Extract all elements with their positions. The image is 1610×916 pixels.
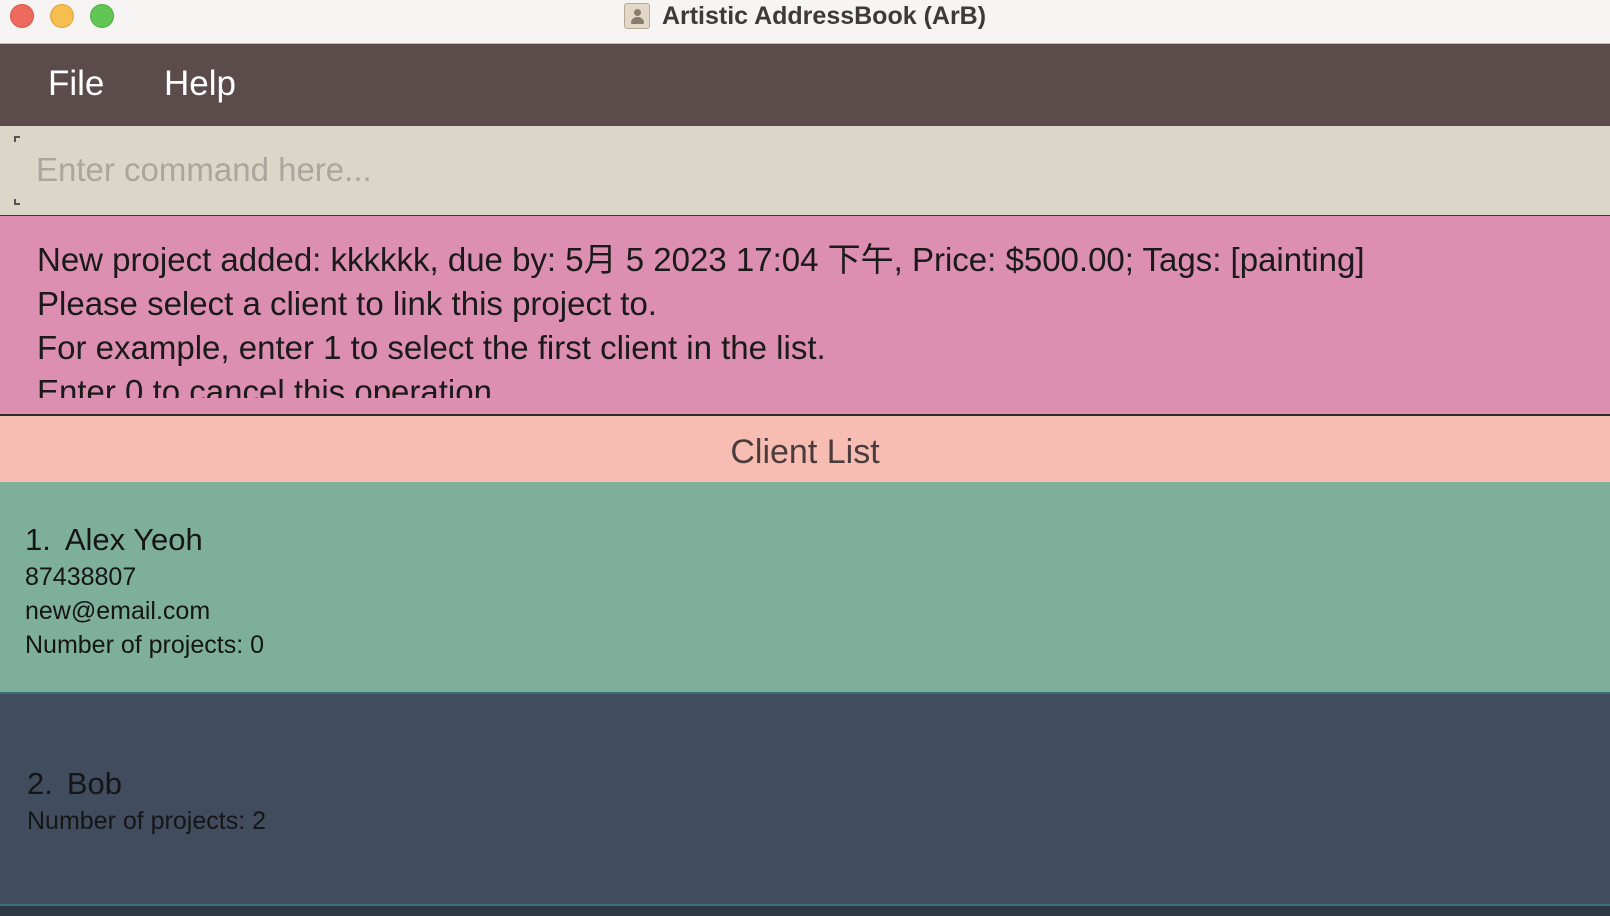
list-footer-strip bbox=[0, 906, 1610, 916]
client-phone: 87438807 bbox=[25, 563, 137, 591]
client-name-row: 2. Bob bbox=[27, 764, 266, 804]
client-index: 1. bbox=[25, 522, 51, 557]
client-card[interactable]: 2. Bob Number of projects: 2 bbox=[0, 694, 1610, 906]
window-title: Artistic AddressBook (ArB) bbox=[661, 1, 987, 30]
field-corner-mark bbox=[14, 199, 20, 205]
result-line: Please select a client to link this proj… bbox=[37, 285, 657, 322]
client-card[interactable]: 1. Alex Yeoh 87438807 new@email.com Numbe… bbox=[0, 482, 1610, 694]
result-text: New project added: kkkkkk, due by: 5月 5 … bbox=[37, 238, 1597, 398]
client-list-title: Client List bbox=[730, 432, 880, 471]
window-title-group: Artistic AddressBook (ArB) bbox=[0, 0, 1610, 32]
client-project-count: Number of projects: 2 bbox=[27, 807, 266, 835]
result-line: Enter 0 to cancel this operation. bbox=[37, 373, 502, 398]
client-index: 2. bbox=[27, 766, 53, 801]
client-card-body: 2. Bob Number of projects: 2 bbox=[27, 764, 266, 838]
client-name: Bob bbox=[66, 766, 123, 801]
command-input[interactable] bbox=[22, 138, 1606, 202]
result-display: New project added: kkkkkk, due by: 5月 5 … bbox=[0, 216, 1610, 416]
addressbook-icon bbox=[623, 3, 650, 29]
menu-file[interactable]: File bbox=[48, 64, 104, 104]
client-list-header: Client List bbox=[0, 416, 1610, 482]
window-titlebar: Artistic AddressBook (ArB) bbox=[0, 0, 1610, 44]
command-box bbox=[0, 126, 1610, 216]
client-email: new@email.com bbox=[25, 597, 211, 625]
result-line: For example, enter 1 to select the first… bbox=[37, 329, 826, 366]
menu-help[interactable]: Help bbox=[164, 64, 236, 104]
result-line: New project added: kkkkkk, due by: 5月 5 … bbox=[37, 241, 1365, 278]
field-corner-mark bbox=[14, 136, 20, 142]
client-project-count: Number of projects: 0 bbox=[25, 631, 264, 659]
client-card-body: 1. Alex Yeoh 87438807 new@email.com Numbe… bbox=[25, 520, 264, 662]
client-name: Alex Yeoh bbox=[64, 522, 203, 557]
client-name-row: 1. Alex Yeoh bbox=[25, 520, 264, 560]
menu-bar: File Help bbox=[0, 44, 1610, 126]
